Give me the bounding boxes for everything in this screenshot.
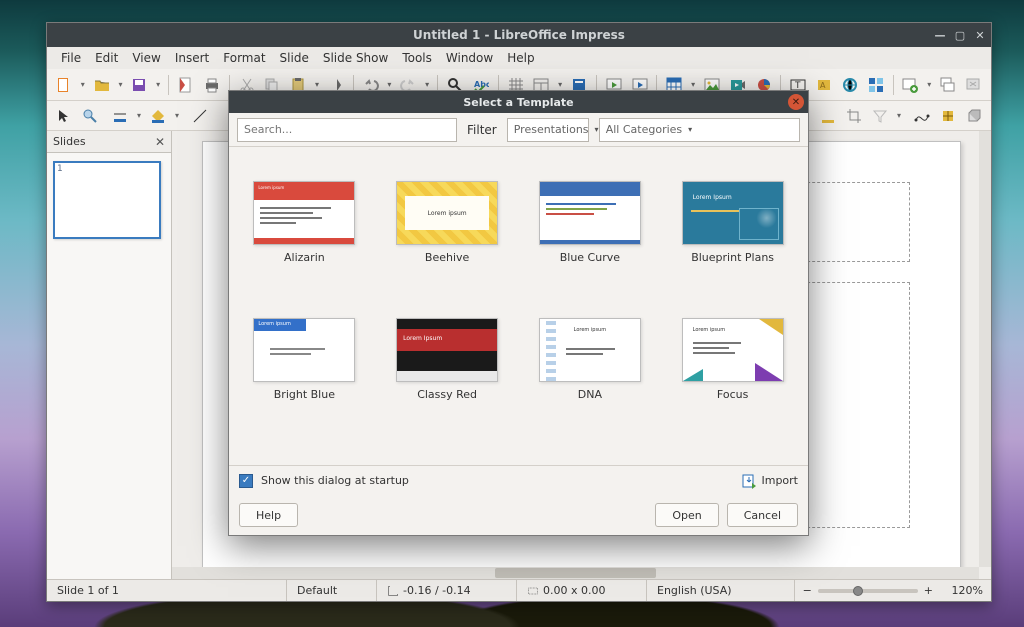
template-blueprint[interactable]: Lorem Ipsum Blueprint Plans bbox=[675, 181, 790, 264]
filter-icon[interactable] bbox=[869, 105, 891, 127]
open-button[interactable]: Open bbox=[655, 503, 718, 527]
filter-dropdown[interactable]: ▾ bbox=[895, 111, 903, 120]
menu-window[interactable]: Window bbox=[440, 49, 499, 67]
status-language[interactable]: English (USA) bbox=[647, 580, 795, 601]
line-icon[interactable] bbox=[189, 105, 211, 127]
menu-format[interactable]: Format bbox=[217, 49, 271, 67]
crop-icon[interactable] bbox=[843, 105, 865, 127]
show-startup-label: Show this dialog at startup bbox=[261, 474, 409, 487]
save-dropdown[interactable]: ▾ bbox=[154, 80, 162, 89]
minimize-button[interactable]: — bbox=[933, 28, 947, 42]
paste-dropdown[interactable]: ▾ bbox=[313, 80, 321, 89]
glue-points-icon[interactable] bbox=[937, 105, 959, 127]
open-icon[interactable] bbox=[91, 74, 113, 96]
menu-edit[interactable]: Edit bbox=[89, 49, 124, 67]
dialog-filter-bar: Filter Presentations▾ All Categories▾ bbox=[229, 113, 808, 147]
insert-fontwork-icon[interactable]: A bbox=[813, 74, 835, 96]
help-button[interactable]: Help bbox=[239, 503, 298, 527]
svg-text:T: T bbox=[794, 81, 801, 91]
maximize-button[interactable]: ▢ bbox=[953, 28, 967, 42]
menu-help[interactable]: Help bbox=[501, 49, 540, 67]
import-icon bbox=[741, 473, 757, 489]
menu-view[interactable]: View bbox=[126, 49, 166, 67]
horizontal-scrollbar[interactable] bbox=[172, 567, 979, 579]
template-classy-red[interactable]: Lorem IpsumDolor sit amet, consectetur a… bbox=[390, 318, 505, 401]
show-startup-checkbox[interactable]: ✓ bbox=[239, 474, 253, 488]
select-icon[interactable] bbox=[53, 105, 75, 127]
menu-slide[interactable]: Slide bbox=[274, 49, 315, 67]
template-list[interactable]: Lorem ipsum Alizarin Lorem ipsum Beehive… bbox=[229, 147, 808, 465]
close-button[interactable]: ✕ bbox=[973, 28, 987, 42]
insert-table-dropdown[interactable]: ▾ bbox=[689, 80, 697, 89]
highlight-color-icon[interactable] bbox=[817, 105, 839, 127]
dialog-options-row: ✓ Show this dialog at startup Import bbox=[229, 465, 808, 495]
menu-file[interactable]: File bbox=[55, 49, 87, 67]
zoom-pan-icon[interactable] bbox=[79, 105, 101, 127]
vertical-scrollbar[interactable] bbox=[979, 131, 991, 567]
zoom-out-icon[interactable]: − bbox=[803, 584, 812, 597]
slide-thumbnail-1[interactable]: 1 bbox=[53, 161, 161, 239]
open-dropdown[interactable]: ▾ bbox=[116, 80, 124, 89]
svg-text:A: A bbox=[820, 81, 826, 90]
template-beehive[interactable]: Lorem ipsum Beehive bbox=[390, 181, 505, 264]
save-icon[interactable] bbox=[128, 74, 150, 96]
line-color-icon[interactable] bbox=[109, 105, 131, 127]
new-icon[interactable] bbox=[53, 74, 75, 96]
slide-number: 1 bbox=[57, 164, 63, 174]
new-slide-icon[interactable] bbox=[900, 74, 922, 96]
cancel-button[interactable]: Cancel bbox=[727, 503, 798, 527]
search-input[interactable] bbox=[237, 118, 457, 142]
template-bright-blue[interactable]: Lorem ipsum Bright Blue bbox=[247, 318, 362, 401]
import-button[interactable]: Import bbox=[741, 473, 798, 489]
export-pdf-icon[interactable] bbox=[175, 74, 197, 96]
template-dialog: Select a Template ✕ Filter Presentations… bbox=[228, 90, 809, 536]
filter-category-select[interactable]: All Categories▾ bbox=[599, 118, 800, 142]
fill-color-icon[interactable] bbox=[147, 105, 169, 127]
slide-panel-title: Slides bbox=[53, 135, 86, 148]
dialog-titlebar: Select a Template ✕ bbox=[229, 91, 808, 113]
status-position: -0.16 / -0.14 bbox=[377, 580, 517, 601]
new-slide-dropdown[interactable]: ▾ bbox=[925, 80, 933, 89]
insert-hyperlink-icon[interactable] bbox=[839, 74, 861, 96]
toggle-extrusion-icon[interactable] bbox=[963, 105, 985, 127]
slide-layouts-icon[interactable] bbox=[865, 74, 887, 96]
slide-panel: Slides ✕ 1 bbox=[47, 131, 172, 579]
menu-bar: File Edit View Insert Format Slide Slide… bbox=[47, 47, 991, 69]
line-color-dropdown[interactable]: ▾ bbox=[135, 111, 143, 120]
dialog-close-icon[interactable]: ✕ bbox=[788, 94, 804, 110]
points-icon[interactable] bbox=[911, 105, 933, 127]
delete-slide-icon[interactable] bbox=[963, 74, 985, 96]
filter-label: Filter bbox=[467, 123, 497, 137]
template-blue-curve[interactable]: Blue Curve bbox=[533, 181, 648, 264]
status-style[interactable]: Default bbox=[287, 580, 377, 601]
zoom-slider[interactable]: − + bbox=[795, 584, 941, 597]
menu-slideshow[interactable]: Slide Show bbox=[317, 49, 394, 67]
template-focus[interactable]: Lorem ipsum Focus bbox=[675, 318, 790, 401]
redo-dropdown[interactable]: ▾ bbox=[423, 80, 431, 89]
menu-insert[interactable]: Insert bbox=[169, 49, 215, 67]
duplicate-slide-icon[interactable] bbox=[937, 74, 959, 96]
zoom-percent[interactable]: 120% bbox=[941, 580, 991, 601]
status-bar: Slide 1 of 1 Default -0.16 / -0.14 0.00 … bbox=[47, 579, 991, 601]
filter-type-select[interactable]: Presentations▾ bbox=[507, 118, 589, 142]
undo-dropdown[interactable]: ▾ bbox=[385, 80, 393, 89]
template-dna[interactable]: Lorem ipsum DNA bbox=[533, 318, 648, 401]
zoom-in-icon[interactable]: + bbox=[924, 584, 933, 597]
window-titlebar: Untitled 1 - LibreOffice Impress — ▢ ✕ bbox=[47, 23, 991, 47]
close-panel-icon[interactable]: ✕ bbox=[155, 135, 165, 149]
display-views-dropdown[interactable]: ▾ bbox=[556, 80, 564, 89]
dialog-title: Select a Template bbox=[463, 96, 573, 109]
window-title: Untitled 1 - LibreOffice Impress bbox=[413, 28, 625, 42]
status-slide-count: Slide 1 of 1 bbox=[47, 580, 287, 601]
new-dropdown[interactable]: ▾ bbox=[79, 80, 87, 89]
fill-color-dropdown[interactable]: ▾ bbox=[173, 111, 181, 120]
print-icon[interactable] bbox=[201, 74, 223, 96]
template-alizarin[interactable]: Lorem ipsum Alizarin bbox=[247, 181, 362, 264]
dialog-button-row: Help Open Cancel bbox=[229, 495, 808, 535]
status-size: 0.00 x 0.00 bbox=[517, 580, 647, 601]
menu-tools[interactable]: Tools bbox=[396, 49, 438, 67]
chevron-down-icon: ▾ bbox=[688, 125, 692, 134]
